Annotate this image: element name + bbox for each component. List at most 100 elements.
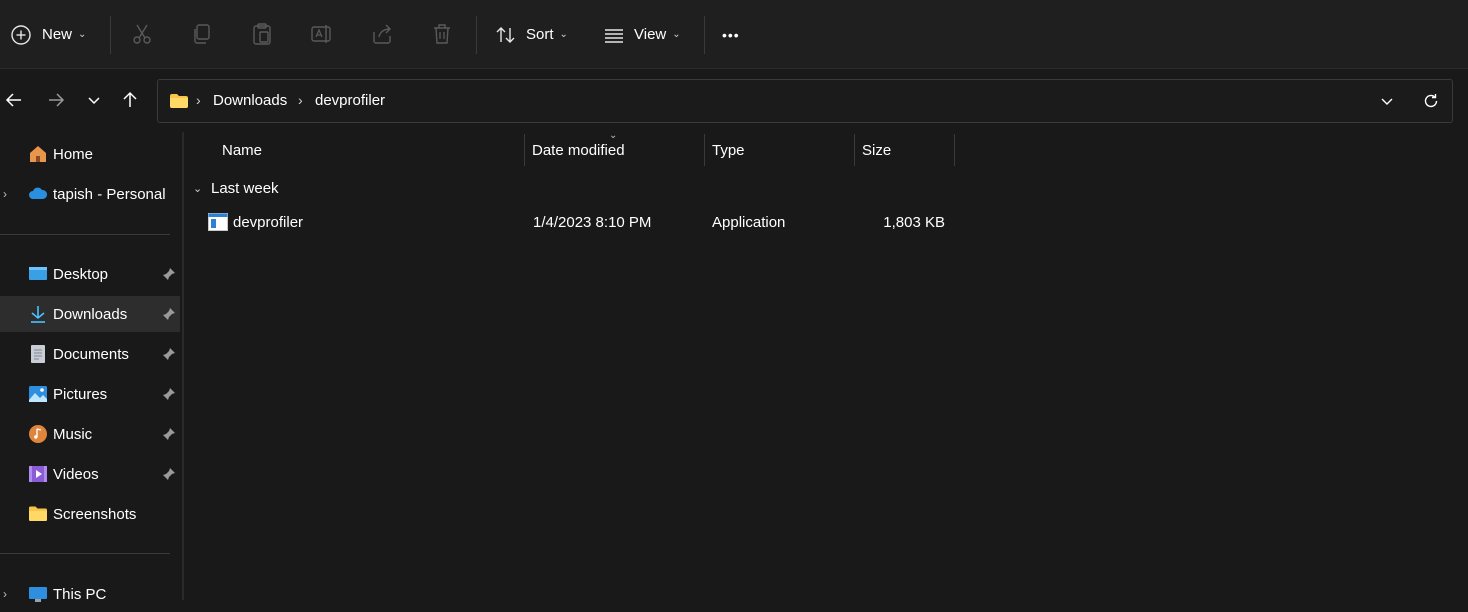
sidebar-item-label: tapish - Personal — [53, 185, 166, 203]
pin-icon — [163, 428, 175, 440]
rename-icon — [311, 25, 331, 43]
chevron-down-icon: ⌄ — [672, 29, 681, 40]
picture-icon — [29, 386, 47, 402]
toolbar-divider — [704, 16, 705, 54]
sidebar-item-onedrive[interactable]: › tapish - Personal — [0, 176, 180, 212]
column-header-label: Name — [222, 141, 263, 159]
folder-icon — [168, 90, 190, 112]
column-header-type[interactable]: Type — [712, 133, 852, 167]
column-resize-handle[interactable] — [954, 134, 955, 166]
up-button[interactable] — [116, 86, 144, 114]
trash-icon — [434, 24, 450, 44]
address-bar[interactable]: › Downloads › devprofiler — [157, 79, 1453, 123]
toolbar-divider — [476, 16, 477, 54]
view-button[interactable]: View ⌄ — [603, 0, 681, 69]
download-icon — [31, 306, 45, 323]
column-header-label: Type — [712, 141, 745, 159]
more-options-button[interactable]: ••• — [722, 0, 740, 69]
sidebar-item-desktop[interactable]: Desktop — [0, 256, 180, 292]
scissors-icon — [133, 24, 151, 44]
sidebar-item-home[interactable]: Home — [0, 136, 180, 172]
new-button-label: New — [42, 26, 73, 43]
chevron-down-icon — [1381, 98, 1393, 105]
chevron-right-icon[interactable]: › — [3, 187, 7, 201]
group-header-last-week[interactable]: ⌄ Last week — [193, 177, 279, 199]
column-header-name[interactable]: Name — [222, 133, 522, 167]
sort-icon — [496, 26, 515, 43]
refresh-button[interactable] — [1420, 90, 1442, 112]
clipboard-icon — [253, 23, 271, 45]
copy-icon — [194, 24, 210, 44]
arrow-left-icon — [5, 93, 21, 107]
sidebar-item-label: Downloads — [53, 305, 128, 323]
pin-icon — [163, 468, 175, 480]
rename-button[interactable] — [310, 22, 334, 46]
computer-icon — [29, 587, 47, 602]
share-button[interactable] — [370, 22, 394, 46]
list-view-icon — [605, 28, 623, 43]
column-header-label: Size — [862, 141, 892, 159]
more-icon: ••• — [722, 26, 740, 43]
sidebar-item-label: Screenshots — [53, 505, 137, 523]
column-header-size[interactable]: Size — [862, 133, 952, 167]
column-resize-handle[interactable] — [524, 134, 525, 166]
application-icon — [208, 213, 228, 231]
sidebar-item-this-pc[interactable]: › This PC — [0, 576, 180, 612]
pin-icon — [163, 348, 175, 360]
sidebar-item-downloads[interactable]: Downloads — [0, 296, 180, 332]
back-button[interactable] — [0, 86, 28, 114]
address-history-button[interactable] — [1376, 90, 1398, 112]
command-bar: New ⌄ Sort ⌄ View ⌄ ••• — [0, 0, 1468, 69]
column-resize-handle[interactable] — [704, 134, 705, 166]
breadcrumb-downloads[interactable]: Downloads — [213, 92, 287, 109]
recent-locations-button[interactable] — [80, 86, 108, 114]
arrow-right-icon — [49, 93, 65, 107]
sidebar-item-screenshots[interactable]: Screenshots — [0, 496, 180, 532]
toolbar-divider — [110, 16, 111, 54]
sidebar-item-documents[interactable]: Documents — [0, 336, 180, 372]
pin-icon — [163, 268, 175, 280]
forward-button[interactable] — [42, 86, 70, 114]
pane-splitter[interactable] — [182, 132, 184, 600]
add-icon — [11, 24, 31, 45]
refresh-icon — [1424, 94, 1438, 108]
chevron-down-icon: ⌄ — [78, 29, 87, 40]
breadcrumb-separator[interactable]: › — [196, 92, 201, 108]
paste-button[interactable] — [250, 22, 274, 46]
desktop-icon — [29, 267, 47, 280]
sidebar-item-label: Home — [53, 145, 94, 163]
music-icon — [29, 425, 47, 443]
file-name: devprofiler — [233, 214, 304, 231]
cloud-icon — [29, 187, 48, 199]
sidebar-item-label: Desktop — [53, 265, 109, 283]
document-icon — [31, 345, 45, 363]
breadcrumb-separator[interactable]: › — [298, 92, 303, 108]
file-date-modified: 1/4/2023 8:10 PM — [533, 214, 652, 231]
folder-icon — [29, 506, 47, 521]
delete-button[interactable] — [430, 22, 454, 46]
group-label: Last week — [211, 179, 279, 197]
column-resize-handle[interactable] — [854, 134, 855, 166]
column-header-date-modified[interactable]: Date modified — [532, 133, 702, 167]
sidebar-divider — [0, 553, 170, 554]
sidebar-item-pictures[interactable]: Pictures — [0, 376, 180, 412]
column-header-label: Date modified — [532, 141, 625, 159]
cut-button[interactable] — [130, 22, 154, 46]
sidebar-item-music[interactable]: Music — [0, 416, 180, 452]
sidebar-item-label: Videos — [53, 465, 99, 483]
breadcrumb-devprofiler[interactable]: devprofiler — [315, 92, 385, 109]
chevron-down-icon: ⌄ — [193, 182, 203, 195]
sidebar-item-videos[interactable]: Videos — [0, 456, 180, 492]
sort-button[interactable]: Sort ⌄ — [495, 0, 568, 69]
table-row[interactable]: devprofiler 1/4/2023 8:10 PM Application… — [190, 206, 955, 240]
file-type: Application — [712, 214, 786, 231]
chevron-right-icon[interactable]: › — [3, 587, 7, 601]
file-size: 1,803 KB — [883, 214, 945, 231]
view-button-label: View — [634, 26, 667, 43]
pin-icon — [163, 308, 175, 320]
copy-button[interactable] — [190, 22, 214, 46]
video-icon — [29, 466, 47, 482]
new-button[interactable]: New ⌄ — [10, 0, 86, 69]
sort-button-label: Sort — [526, 26, 554, 43]
pin-icon — [163, 388, 175, 400]
